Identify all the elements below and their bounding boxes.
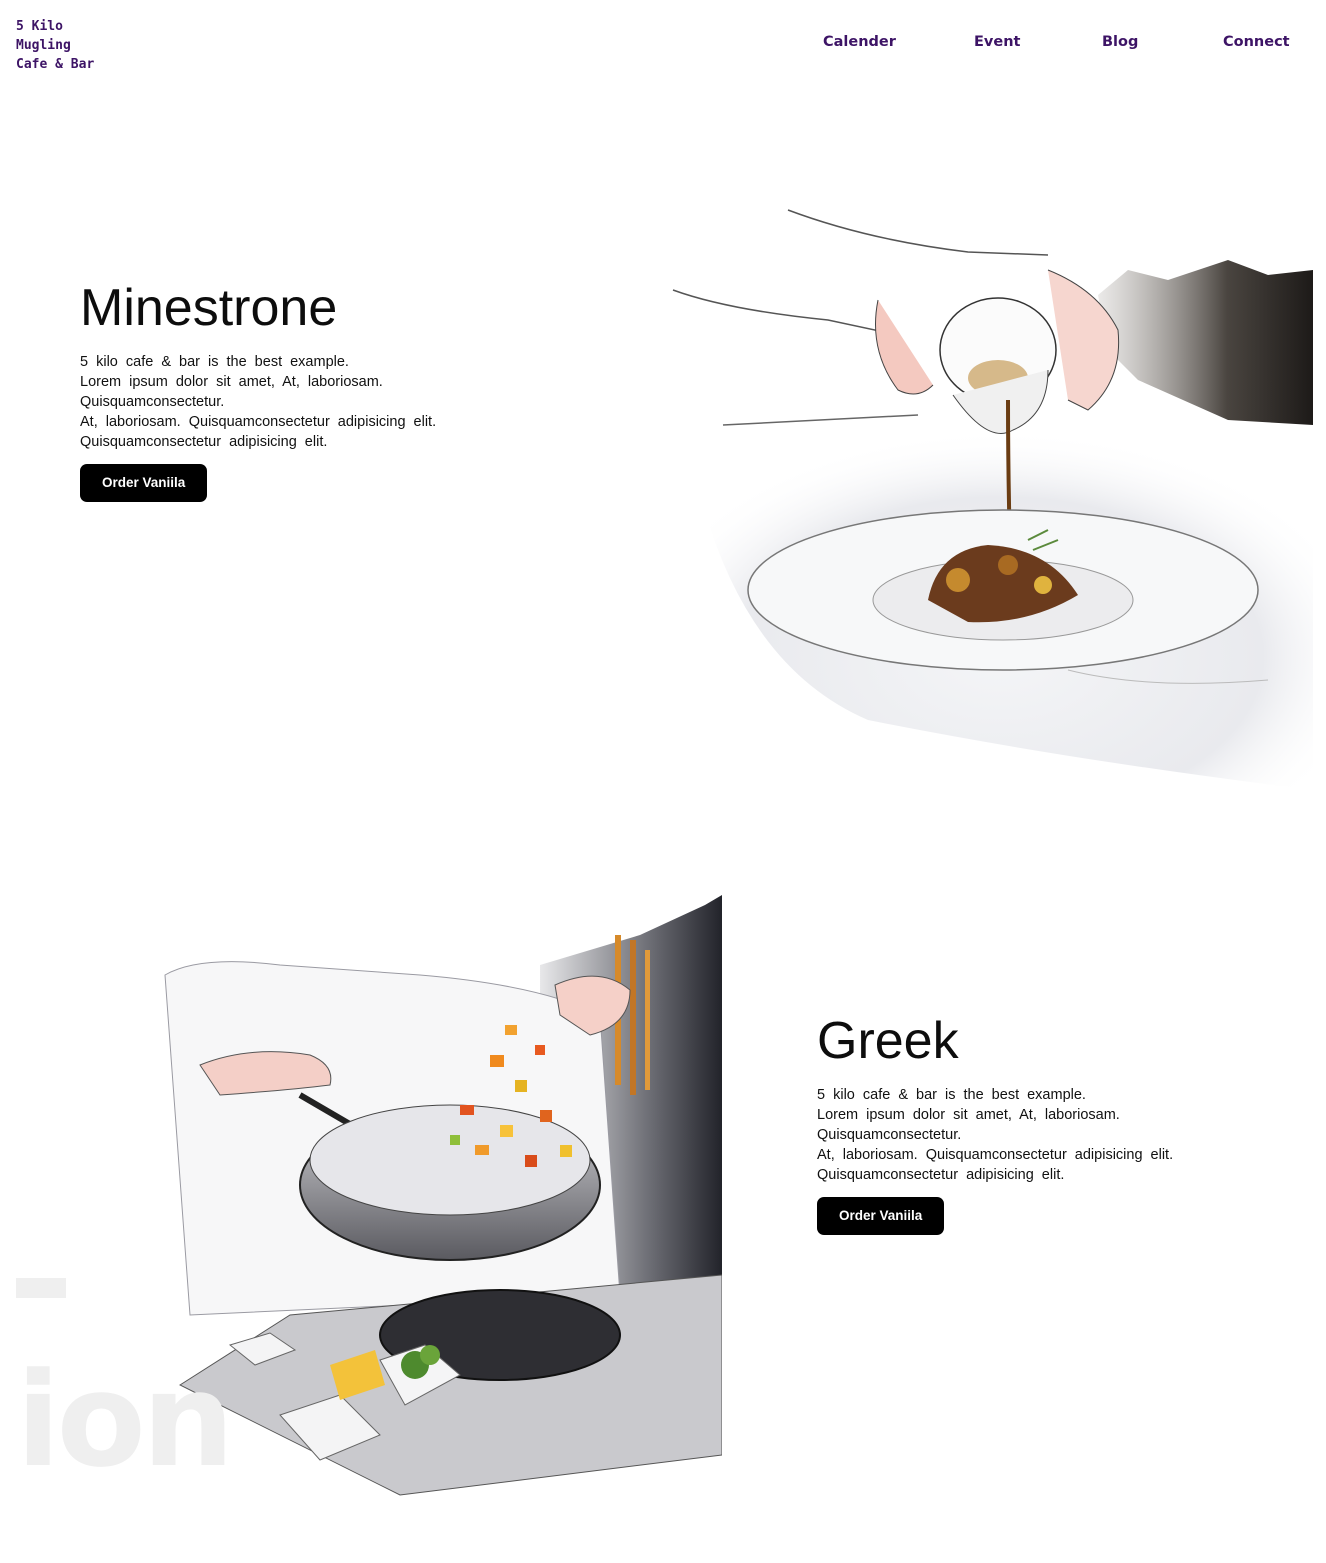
description-line: Quisquamconsectetur. [80, 394, 225, 410]
chef-pouring-sauce-illustration [672, 209, 1313, 790]
main-nav: Calender Event Blog Connect [0, 34, 1326, 58]
dish-title: Minestrone [80, 279, 338, 337]
order-button[interactable]: Order Vaniila [817, 1197, 945, 1235]
nav-blog[interactable]: Blog [1102, 34, 1138, 50]
description-line: At, laboriosam. Quisquamconsectetur adip… [817, 1147, 1174, 1163]
dish-description: 5 kilo cafe & bar is the best example. L… [817, 1085, 1237, 1185]
dish-description: 5 kilo cafe & bar is the best example. L… [80, 352, 500, 452]
description-line: Lorem ipsum dolor sit amet, At, laborios… [817, 1107, 1120, 1123]
watermark-bar [16, 1278, 66, 1298]
nav-connect[interactable]: Connect [1223, 34, 1290, 50]
description-line: Quisquamconsectetur. [817, 1127, 962, 1143]
description-line: Quisquamconsectetur adipisicing elit. [817, 1167, 1065, 1183]
nav-event[interactable]: Event [974, 34, 1020, 50]
dish-section-greek: Greek 5 kilo cafe & bar is the best exam… [817, 1011, 1237, 1235]
description-line: 5 kilo cafe & bar is the best example. [817, 1087, 1086, 1103]
description-line: At, laboriosam. Quisquamconsectetur adip… [80, 414, 437, 430]
chef-tossing-wok-illustration [164, 895, 722, 1496]
description-line: 5 kilo cafe & bar is the best example. [80, 354, 349, 370]
description-line: Quisquamconsectetur adipisicing elit. [80, 434, 328, 450]
dish-section-minestrone: Minestrone 5 kilo cafe & bar is the best… [80, 278, 500, 502]
order-button[interactable]: Order Vaniila [80, 464, 208, 502]
dish-title: Greek [817, 1012, 959, 1070]
nav-calender[interactable]: Calender [823, 34, 896, 50]
description-line: Lorem ipsum dolor sit amet, At, laborios… [80, 374, 383, 390]
background-watermark: ion [16, 1344, 234, 1496]
